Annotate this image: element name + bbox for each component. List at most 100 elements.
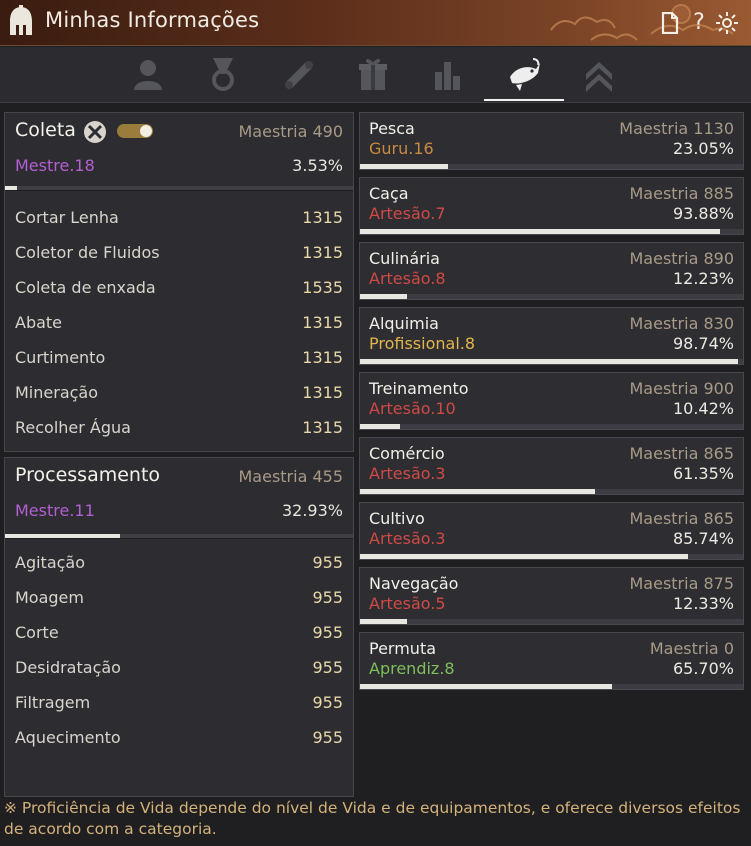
tab-medal[interactable]	[183, 47, 263, 101]
skill-name: Mineração	[15, 383, 99, 402]
processing-rank: Mestre.11	[15, 501, 95, 520]
life-skill-card[interactable]: Treinamento Maestria 900 Artesão.10 10.42%	[359, 372, 744, 430]
life-skill-progress-bar	[360, 684, 743, 689]
title-bar[interactable]: Minhas Informações ?	[0, 0, 751, 46]
skill-name: Coletor de Fluidos	[15, 243, 160, 262]
gathering-rank: Mestre.18	[15, 156, 95, 175]
life-skill-card[interactable]: Navegação Maestria 875 Artesão.5 12.33%	[359, 567, 744, 625]
skill-name: Filtragem	[15, 693, 91, 712]
skill-row: Abate 1315	[15, 313, 343, 337]
skill-name: Recolher Água	[15, 418, 131, 437]
life-skill-progress-fill	[360, 489, 595, 494]
document-icon[interactable]	[658, 10, 682, 36]
life-skill-card[interactable]: Comércio Maestria 865 Artesão.3 61.35%	[359, 437, 744, 495]
life-skill-percent: 98.74%	[672, 334, 734, 353]
life-skill-rank: Artesão.7	[369, 204, 446, 223]
life-skill-mastery: Maestria 0	[649, 639, 734, 658]
life-skill-card[interactable]: Alquimia Maestria 830 Profissional.8 98.74%	[359, 307, 744, 365]
life-skill-progress-fill	[360, 164, 449, 169]
life-skill-rank: Profissional.8	[369, 334, 476, 353]
tab-gift[interactable]	[333, 47, 413, 101]
life-skill-progress-bar	[360, 489, 743, 494]
life-skill-progress-fill	[360, 554, 689, 559]
tab-profile[interactable]	[108, 47, 188, 101]
life-skill-progress-fill	[360, 424, 400, 429]
life-skill-name: Comércio	[369, 444, 445, 463]
life-skill-rank: Artesão.8	[369, 269, 446, 288]
skill-row: Agitação 955	[15, 553, 343, 577]
life-skill-name: Permuta	[369, 639, 437, 658]
life-skill-rank: Artesão.3	[369, 529, 446, 548]
life-skill-rank: Artesão.10	[369, 399, 456, 418]
skill-value: 955	[312, 553, 343, 572]
help-button[interactable]: ?	[687, 10, 711, 36]
life-skill-name: Culinária	[369, 249, 440, 268]
processing-panel: Processamento Maestria 455 Mestre.11 32.…	[4, 457, 354, 797]
fish-icon	[510, 58, 540, 91]
skill-value: 955	[312, 728, 343, 747]
life-skill-percent: 61.35%	[672, 464, 734, 483]
bar-chart-icon	[435, 62, 460, 90]
skill-row: Desidratação 955	[15, 658, 343, 682]
skill-value: 1535	[302, 278, 343, 297]
skill-row: Filtragem 955	[15, 693, 343, 717]
life-skill-name: Caça	[369, 184, 409, 203]
life-skill-progress-bar	[360, 359, 743, 364]
life-skill-percent: 23.05%	[672, 139, 734, 158]
crossed-tools-icon	[84, 121, 106, 143]
skill-row: Coleta de enxada 1535	[15, 278, 343, 302]
processing-title: Processamento	[15, 464, 161, 486]
life-skill-name: Alquimia	[369, 314, 439, 333]
scroll-icon	[285, 61, 313, 89]
person-icon	[134, 60, 162, 90]
spartan-helmet-icon	[10, 5, 32, 35]
life-skill-card[interactable]: Permuta Maestria 0 Aprendiz.8 65.70%	[359, 632, 744, 690]
tab-stats[interactable]	[408, 47, 488, 101]
life-skill-rank: Artesão.3	[369, 464, 446, 483]
processing-percent: 32.93%	[281, 501, 343, 520]
skill-value: 1315	[302, 348, 343, 367]
life-skill-card[interactable]: Cultivo Maestria 865 Artesão.3 85.74%	[359, 502, 744, 560]
life-skill-card[interactable]: Culinária Maestria 890 Artesão.8 12.23%	[359, 242, 744, 300]
skill-value: 1315	[302, 383, 343, 402]
skill-row: Mineração 1315	[15, 383, 343, 407]
skill-name: Agitação	[15, 553, 86, 572]
life-skill-mastery: Maestria 865	[629, 444, 734, 463]
life-skill-mastery: Maestria 1130	[619, 119, 734, 138]
skill-name: Corte	[15, 623, 59, 642]
tab-scroll[interactable]	[258, 47, 338, 101]
skill-row: Corte 955	[15, 623, 343, 647]
life-skill-mastery: Maestria 875	[629, 574, 734, 593]
life-skill-rank: Aprendiz.8	[369, 659, 455, 678]
settings-gear-icon[interactable]	[715, 10, 739, 36]
gathering-percent: 3.53%	[292, 156, 343, 175]
tab-rank[interactable]	[559, 47, 639, 101]
life-skill-name: Navegação	[369, 574, 459, 593]
life-skill-percent: 10.42%	[672, 399, 734, 418]
skill-row: Aquecimento 955	[15, 728, 343, 752]
processing-mastery: Maestria 455	[238, 467, 343, 486]
skill-name: Coleta de enxada	[15, 278, 156, 297]
life-skill-card[interactable]: Caça Maestria 885 Artesão.7 93.88%	[359, 177, 744, 235]
life-skill-card[interactable]: Pesca Maestria 1130 Guru.16 23.05%	[359, 112, 744, 170]
skill-row: Coletor de Fluidos 1315	[15, 243, 343, 267]
divider	[5, 538, 353, 539]
life-skill-rank: Guru.16	[369, 139, 434, 158]
skill-value: 955	[312, 658, 343, 677]
life-skill-mastery: Maestria 900	[629, 379, 734, 398]
skill-value: 955	[312, 693, 343, 712]
tab-life-skill[interactable]	[484, 47, 564, 101]
gift-icon	[359, 58, 387, 90]
skill-value: 1315	[302, 313, 343, 332]
skill-value: 955	[312, 623, 343, 642]
gathering-toggle[interactable]	[117, 124, 153, 138]
gathering-mastery: Maestria 490	[238, 122, 343, 141]
life-skill-progress-bar	[360, 424, 743, 429]
life-skill-percent: 12.33%	[672, 594, 734, 613]
life-skill-progress-fill	[360, 294, 407, 299]
skill-row: Curtimento 1315	[15, 348, 343, 372]
life-skill-progress-bar	[360, 619, 743, 624]
life-skill-progress-fill	[360, 619, 408, 624]
skill-name: Cortar Lenha	[15, 208, 119, 227]
skill-row: Cortar Lenha 1315	[15, 208, 343, 232]
